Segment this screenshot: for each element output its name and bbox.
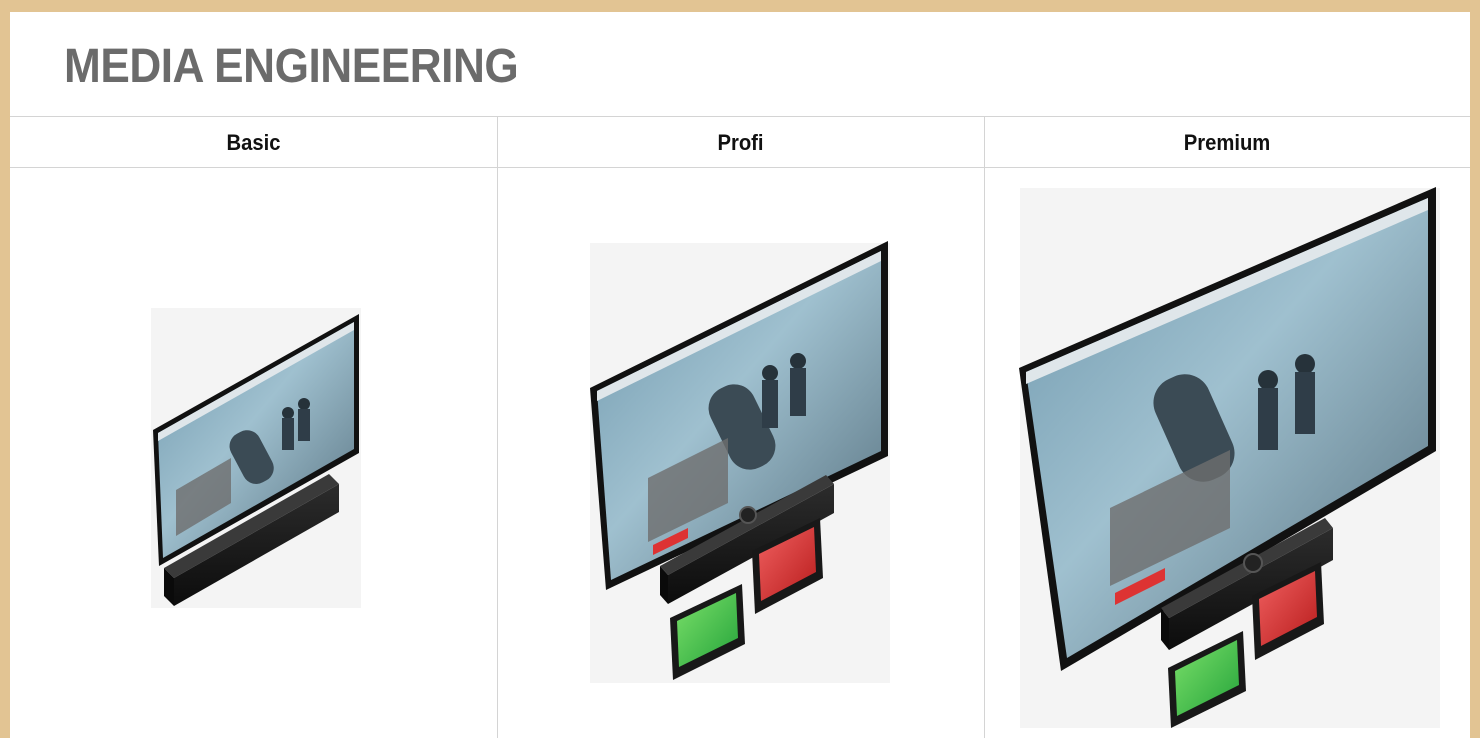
column-header-row: Basic Profi Premium: [10, 117, 1470, 168]
column-header-premium: Premium: [1183, 130, 1271, 155]
column-header-profi: Profi: [717, 130, 764, 155]
profi-image: [498, 168, 984, 738]
page-title: MEDIA ENGINEERING: [64, 40, 519, 93]
premium-image: [985, 168, 1470, 738]
basic-image: [11, 168, 497, 738]
title-bar: MEDIA ENGINEERING: [10, 12, 1470, 117]
column-header-basic: Basic: [226, 130, 281, 155]
